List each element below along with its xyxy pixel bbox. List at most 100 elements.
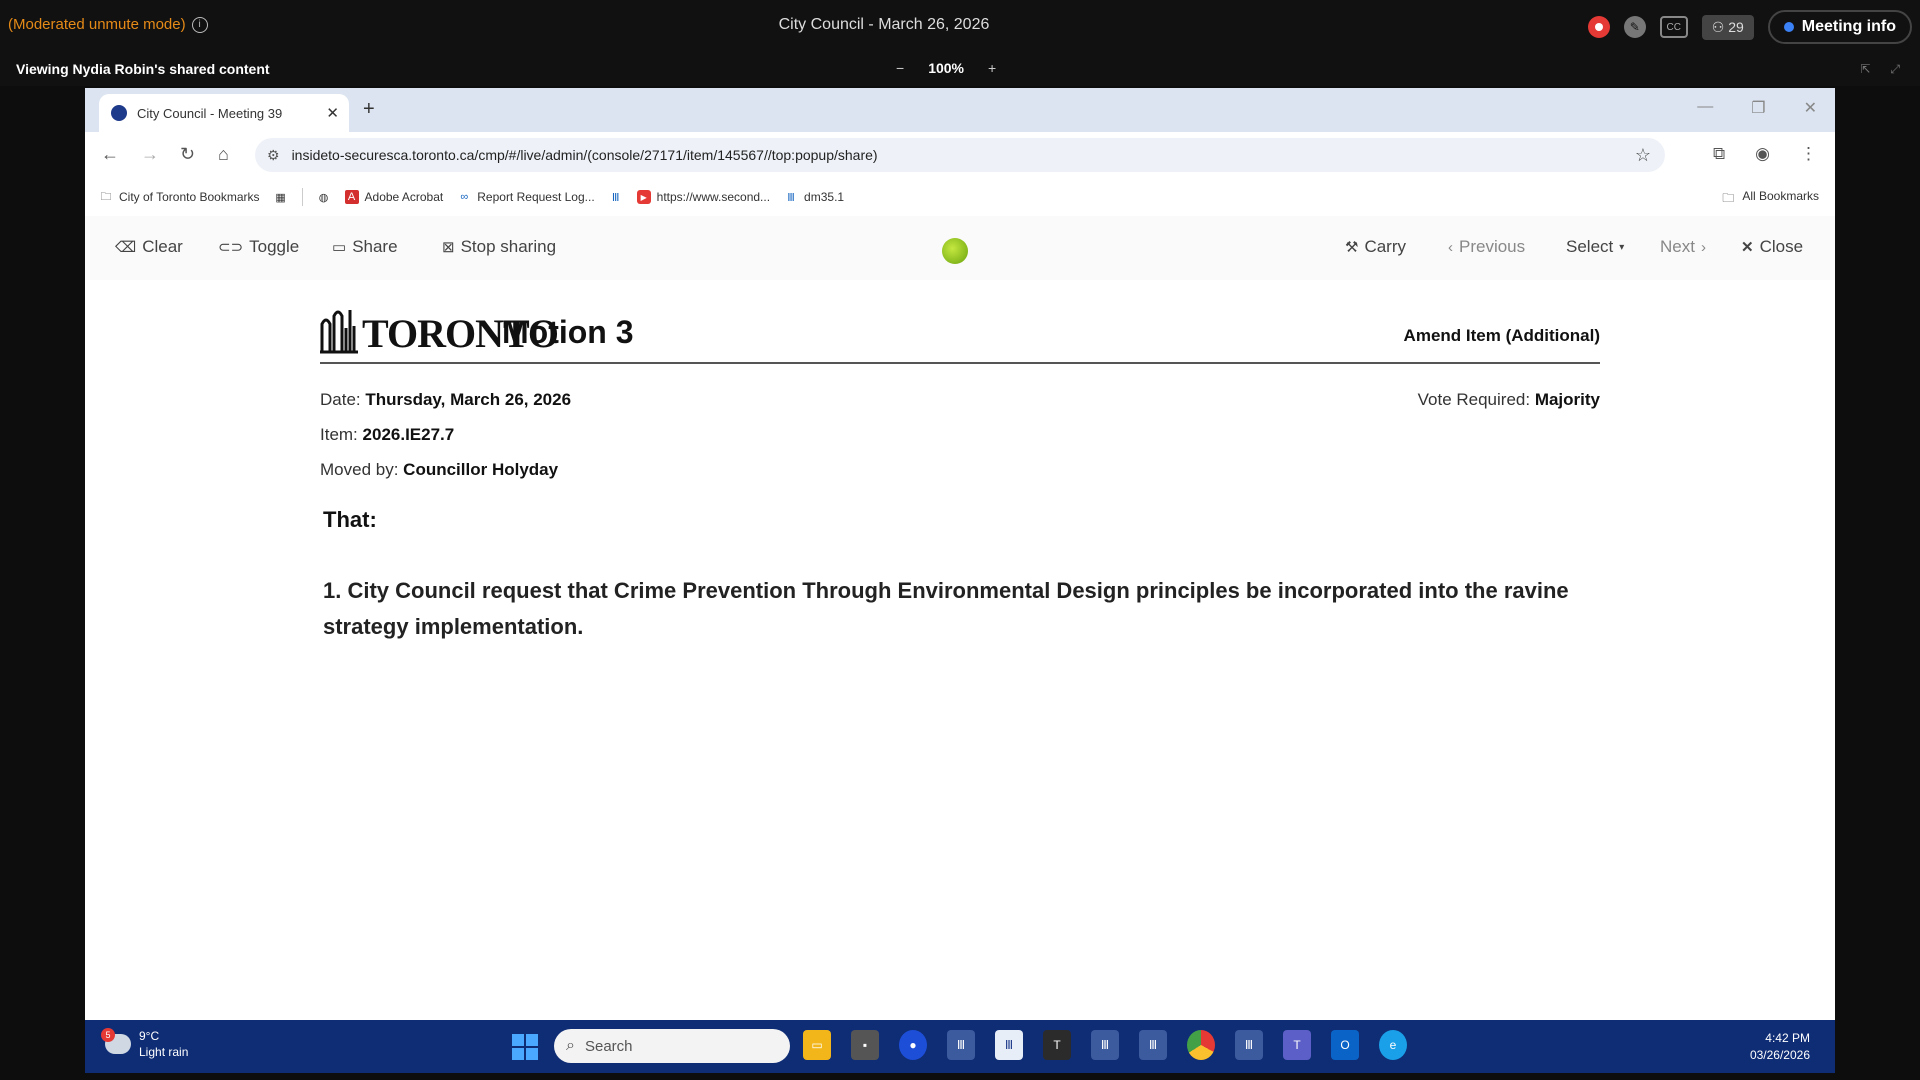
tab-strip: City Council - Meeting 39 ✕ + — ❐ ✕ (85, 88, 1835, 132)
bookmark-item[interactable]: Ⅲdm35.1 (784, 190, 844, 204)
close-icon: ✕ (1741, 239, 1754, 256)
motion-type: Amend Item (Additional) (1403, 326, 1600, 345)
back-icon[interactable]: ← (101, 144, 119, 165)
tab-title: City Council - Meeting 39 (137, 105, 283, 121)
bookmark-item[interactable]: ▶ https://www.second... (636, 190, 770, 204)
meeting-info-button[interactable]: Meeting info (1767, 10, 1912, 44)
zoom-in-button[interactable]: + (988, 60, 996, 76)
motion-text: 1. City Council request that Crime Preve… (323, 578, 1569, 639)
sticky-app-icon[interactable]: ▪ (851, 1030, 879, 1060)
close-label: Close (1759, 237, 1804, 256)
motion-that-heading: That: (323, 507, 377, 532)
participants-count: 29 (1728, 18, 1744, 35)
acrobat-icon: A (344, 190, 359, 204)
tab-close-icon[interactable]: ✕ (326, 104, 339, 122)
moved-by-value: Councillor Holyday (403, 460, 559, 479)
window-close-icon[interactable]: ✕ (1804, 98, 1817, 118)
url-text[interactable]: insideto-securesca.toronto.ca/cmp/#/live… (292, 147, 878, 163)
toronto-app-icon[interactable]: Ⅲ (995, 1030, 1023, 1060)
outlook-icon[interactable]: O (1331, 1030, 1359, 1060)
clear-button[interactable]: ⌫ Clear (115, 237, 183, 257)
edit-icon[interactable]: ✎ (1623, 16, 1646, 38)
toronto-app-icon[interactable]: Ⅲ (1235, 1030, 1263, 1060)
chrome-icon[interactable] (1187, 1030, 1215, 1060)
bookmark-item[interactable]: A Adobe Acrobat (344, 190, 444, 204)
zoom-out-button[interactable]: − (896, 60, 904, 76)
select-dropdown[interactable]: Select ▾ (1566, 237, 1624, 257)
fullscreen-icon[interactable]: ⤢ (1890, 62, 1900, 77)
all-bookmarks-button[interactable]: 🗀 All Bookmarks (1722, 189, 1819, 210)
system-clock[interactable]: 4:42 PM 03/26/2026 (1750, 1030, 1810, 1064)
bookmark-label: Adobe Acrobat (364, 190, 444, 204)
browser-tab[interactable]: City Council - Meeting 39 ✕ (99, 94, 349, 132)
share-label: Share (352, 237, 398, 256)
toronto-app-icon[interactable]: Ⅲ (1091, 1030, 1119, 1060)
previous-button[interactable]: ‹ Previous (1448, 237, 1525, 257)
profile-icon[interactable]: ◉ (1755, 144, 1770, 164)
menu-kebab-icon[interactable]: ⋮ (1800, 144, 1817, 164)
weather-widget[interactable]: 5 9°C Light rain (101, 1028, 188, 1060)
windows-taskbar: 5 9°C Light rain ⌕ Search ▭ ▪ ● Ⅲ Ⅲ T Ⅲ … (85, 1020, 1835, 1073)
date-row: Date: Thursday, March 26, 2026 (320, 382, 1600, 417)
home-icon[interactable]: ⌂ (218, 144, 229, 165)
reload-icon[interactable]: ↻ (180, 144, 195, 165)
clear-label: Clear (142, 237, 183, 256)
bookmark-star-icon[interactable]: ☆ (1635, 145, 1651, 166)
link-icon: ∞ (460, 191, 469, 203)
carry-button[interactable]: ⚒ Carry (1345, 237, 1406, 257)
pop-out-icon[interactable]: ⇱ (1860, 62, 1870, 77)
toronto-icon: Ⅲ (787, 191, 795, 204)
next-button[interactable]: Next › (1660, 237, 1706, 257)
bookmark-item[interactable]: ◍ (317, 190, 331, 204)
cast-icon[interactable]: ⧉ (1713, 144, 1725, 164)
edge-icon[interactable]: e (1379, 1030, 1407, 1060)
bookmark-item[interactable]: ∞ Report Request Log... (457, 190, 594, 204)
toggle-label: Toggle (249, 237, 300, 256)
edge-dark-icon[interactable]: ● (899, 1030, 927, 1060)
windows-start-icon[interactable] (512, 1034, 538, 1060)
apps-grid-icon: ▦ (275, 191, 286, 204)
terminal-icon[interactable]: T (1043, 1030, 1071, 1060)
toronto-app-icon[interactable]: Ⅲ (1139, 1030, 1167, 1060)
weather-cloud-icon: 5 (101, 1028, 131, 1054)
toggle-button[interactable]: ⊂⊃ Toggle (218, 237, 299, 257)
close-button[interactable]: ✕ Close (1741, 237, 1803, 257)
carry-label: Carry (1364, 237, 1407, 256)
file-explorer-icon[interactable]: ▭ (803, 1030, 831, 1060)
recording-icon[interactable] (1587, 16, 1610, 38)
caret-down-icon: ▾ (1619, 241, 1625, 253)
teams-icon[interactable]: T (1283, 1030, 1311, 1060)
zoom-level: 100% (928, 60, 964, 76)
meeting-title: City Council - March 26, 2026 (778, 16, 990, 33)
eraser-icon: ⌫ (115, 239, 137, 256)
toronto-app-icon[interactable]: Ⅲ (947, 1030, 975, 1060)
all-bookmarks-label: All Bookmarks (1742, 189, 1819, 203)
chevron-right-icon: › (1700, 238, 1706, 256)
share-button[interactable]: ▭ Share (332, 237, 398, 257)
captions-icon[interactable]: CC (1659, 16, 1688, 38)
next-label: Next (1660, 237, 1695, 256)
restore-icon[interactable]: ❐ (1751, 98, 1765, 118)
stop-sharing-button[interactable]: ⊠ Stop sharing (442, 237, 556, 257)
participants-button[interactable]: ⚇ 29 (1701, 14, 1754, 40)
site-settings-icon[interactable]: ⚙ (267, 147, 280, 164)
status-indicator-dot (942, 238, 968, 264)
item-value: 2026.IE27.7 (362, 425, 455, 444)
bookmark-item[interactable]: Ⅲ (609, 190, 623, 204)
stop-share-icon: ⊠ (442, 239, 455, 256)
taskbar-search[interactable]: ⌕ Search (554, 1029, 790, 1063)
url-bar[interactable]: ⚙ insideto-securesca.toronto.ca/cmp/#/li… (255, 138, 1665, 172)
bookmark-item[interactable]: 🗀 City of Toronto Bookmarks (99, 190, 260, 204)
shared-content-bar: Viewing Nydia Robin's shared content − 1… (0, 52, 1920, 86)
bookmark-divider (301, 188, 303, 206)
new-tab-button[interactable]: + (363, 98, 375, 121)
address-row: ← → ↻ ⌂ ⚙ insideto-securesca.toronto.ca/… (85, 132, 1835, 178)
toronto-icon: Ⅲ (611, 191, 620, 204)
bookmark-label: dm35.1 (804, 190, 845, 204)
city-hall-icon (320, 310, 358, 354)
motion-document: TORONTO Motion 3 Amend Item (Additional)… (320, 298, 1600, 645)
minimize-icon[interactable]: — (1697, 98, 1713, 118)
bookmark-item[interactable]: ▦ (274, 190, 288, 204)
forward-icon[interactable]: → (141, 144, 159, 165)
moved-by-row: Moved by: Councillor Holyday (320, 452, 1600, 487)
